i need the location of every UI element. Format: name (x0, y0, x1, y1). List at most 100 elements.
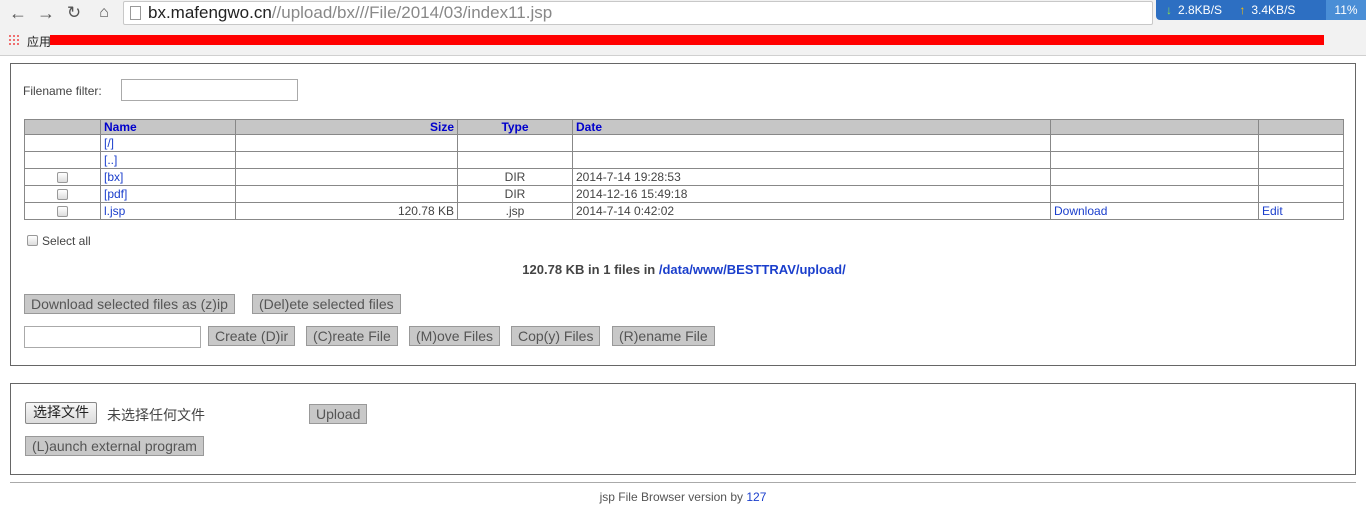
download-zip-button[interactable]: Download selected files as (z)ip (24, 294, 235, 314)
cell-empty (572, 134, 1051, 152)
file-link[interactable]: [pdf] (104, 187, 127, 201)
table-row: [..] (24, 151, 1344, 169)
rename-file-button[interactable]: (R)ename File (612, 326, 715, 346)
header-checkbox-col (24, 119, 101, 135)
cell-empty (1258, 134, 1344, 152)
cell-empty (572, 151, 1051, 169)
cell-type: DIR (457, 185, 573, 203)
back-arrow-icon[interactable]: ← (6, 3, 30, 23)
parent-dir-link[interactable]: [..] (104, 153, 117, 167)
apps-grid-icon[interactable] (8, 34, 20, 46)
address-bar[interactable]: bx.mafengwo.cn//upload/bx///File/2014/03… (123, 1, 1153, 25)
url-path: //upload/bx///File/2014/03/index11.jsp (271, 3, 553, 22)
cell-name: [/] (100, 134, 236, 152)
cell-date: 2014-12-16 15:49:18 (572, 185, 1051, 203)
header-download-col (1050, 119, 1259, 135)
select-all-control[interactable]: Select all (27, 234, 91, 248)
header-size[interactable]: Size (235, 119, 458, 135)
url-host: bx.mafengwo.cn (148, 3, 272, 22)
upload-speed: 3.4KB/S (1251, 3, 1296, 17)
cell-date: 2014-7-14 19:28:53 (572, 168, 1051, 186)
footer-text: jsp File Browser version by (599, 490, 743, 504)
cell-empty (24, 134, 101, 152)
redaction-bar (50, 35, 1324, 45)
cell-download (1050, 168, 1259, 186)
header-type[interactable]: Type (457, 119, 573, 135)
cell-checkbox (24, 185, 101, 203)
cell-download (1050, 185, 1259, 203)
cell-empty (1258, 151, 1344, 169)
reload-icon[interactable]: ↻ (62, 3, 86, 23)
file-link[interactable]: l.jsp (104, 204, 125, 218)
cell-checkbox (24, 168, 101, 186)
cell-type: .jsp (457, 202, 573, 220)
file-table: Name Size Type Date [/] [..] [bx] DIR 20… (24, 119, 1344, 220)
select-all-label: Select all (42, 234, 91, 248)
cell-date: 2014-7-14 0:42:02 (572, 202, 1051, 220)
header-name[interactable]: Name (100, 119, 236, 135)
download-link[interactable]: Download (1054, 204, 1107, 218)
row-checkbox[interactable] (57, 189, 68, 201)
file-link[interactable]: [bx] (104, 170, 123, 184)
cell-empty (235, 134, 458, 152)
download-arrow-icon: ↓ (1166, 3, 1172, 17)
launch-external-program-button[interactable]: (L)aunch external program (25, 436, 204, 456)
header-date[interactable]: Date (572, 119, 1051, 135)
header-edit-col (1258, 119, 1344, 135)
cpu-percent: 11% (1326, 0, 1366, 20)
cell-checkbox (24, 202, 101, 220)
network-speed-widget: ↓ 2.8KB/S ↑ 3.4KB/S 11% (1156, 0, 1366, 20)
directory-summary: 120.78 KB in 1 files in /data/www/BESTTR… (11, 262, 1357, 277)
cell-empty (1050, 151, 1259, 169)
footer: jsp File Browser version by 127 (0, 490, 1366, 504)
choose-file-button[interactable]: 选择文件 (25, 402, 97, 424)
summary-text: 120.78 KB in 1 files in (522, 262, 656, 277)
apps-label[interactable]: 应用 (27, 33, 51, 50)
upload-arrow-icon: ↑ (1239, 3, 1246, 17)
cell-edit (1258, 168, 1344, 186)
new-name-input[interactable] (24, 326, 201, 348)
cell-size (235, 185, 458, 203)
cell-name: [pdf] (100, 185, 236, 203)
filename-filter-input[interactable] (121, 79, 298, 101)
browser-toolbar: ← → ↻ ⌂ bx.mafengwo.cn//upload/bx///File… (0, 0, 1366, 56)
edit-link[interactable]: Edit (1262, 204, 1283, 218)
cell-empty (235, 151, 458, 169)
footer-divider (10, 482, 1356, 483)
table-row: l.jsp 120.78 KB .jsp 2014-7-14 0:42:02 D… (24, 202, 1344, 220)
cell-name: l.jsp (100, 202, 236, 220)
footer-author-link[interactable]: 127 (746, 490, 766, 504)
table-row: [/] (24, 134, 1344, 152)
table-row: [pdf] DIR 2014-12-16 15:49:18 (24, 185, 1344, 203)
cell-name: [..] (100, 151, 236, 169)
cell-download: Download (1050, 202, 1259, 220)
bookmarks-bar: 应用 (0, 30, 1366, 52)
table-row: [bx] DIR 2014-7-14 19:28:53 (24, 168, 1344, 186)
select-all-checkbox[interactable] (27, 235, 38, 246)
cell-empty (457, 151, 573, 169)
copy-files-button[interactable]: Cop(y) Files (511, 326, 601, 346)
filename-filter-label: Filename filter: (23, 84, 102, 98)
cell-size (235, 168, 458, 186)
row-checkbox[interactable] (57, 172, 68, 184)
cell-empty (457, 134, 573, 152)
create-dir-button[interactable]: Create (D)ir (208, 326, 296, 346)
cell-edit: Edit (1258, 202, 1344, 220)
delete-selected-button[interactable]: (Del)ete selected files (252, 294, 401, 314)
create-file-button[interactable]: (C)reate File (306, 326, 398, 346)
root-dir-link[interactable]: [/] (104, 136, 114, 150)
upload-panel: 选择文件 未选择任何文件 Upload (L)aunch external pr… (10, 383, 1356, 475)
upload-button[interactable]: Upload (309, 404, 368, 424)
row-checkbox[interactable] (57, 206, 68, 218)
cell-empty (24, 151, 101, 169)
home-icon[interactable]: ⌂ (92, 3, 116, 23)
move-files-button[interactable]: (M)ove Files (409, 326, 501, 346)
cell-empty (1050, 134, 1259, 152)
cell-type: DIR (457, 168, 573, 186)
cell-edit (1258, 185, 1344, 203)
summary-path: /data/www/BESTTRAV/upload/ (658, 262, 846, 277)
file-browser-panel: Filename filter: Name Size Type Date [/]… (10, 63, 1356, 366)
cell-size: 120.78 KB (235, 202, 458, 220)
forward-arrow-icon[interactable]: → (34, 3, 58, 23)
cell-name: [bx] (100, 168, 236, 186)
